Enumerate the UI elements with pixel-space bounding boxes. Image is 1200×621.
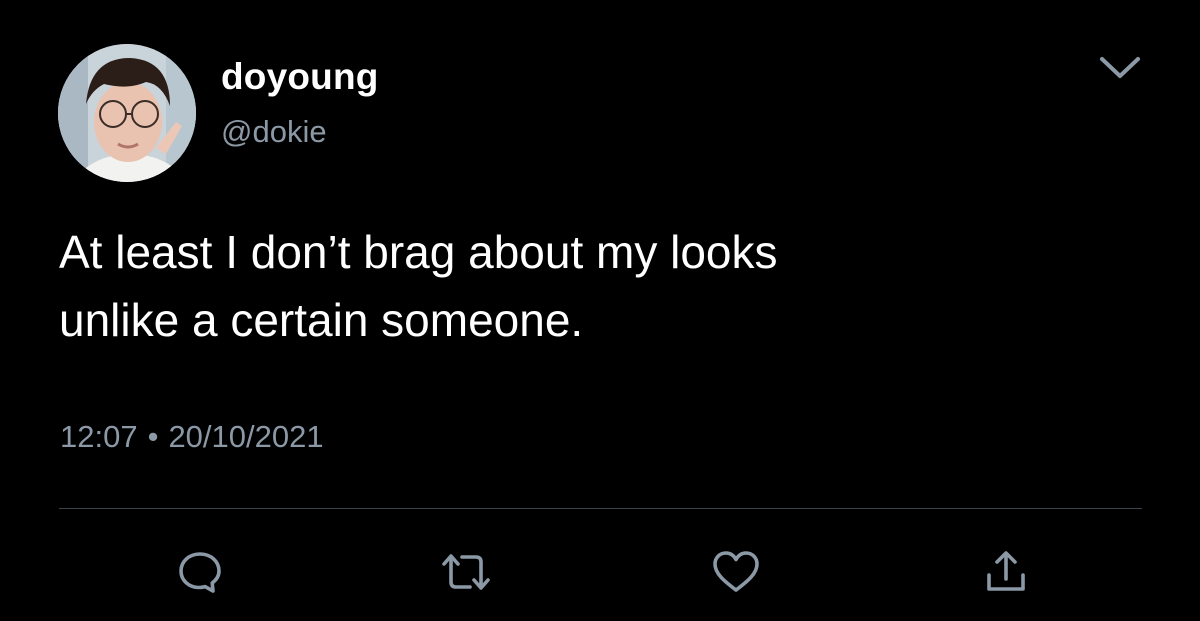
tweet-timestamp[interactable]: 12:07 • 20/10/2021 [60,419,324,455]
heart-icon [713,551,759,592]
reply-button[interactable] [172,544,228,600]
chevron-down-icon [1100,57,1140,78]
share-button[interactable] [978,544,1034,600]
avatar[interactable] [58,44,196,182]
tweet-menu-button[interactable] [1096,50,1144,84]
author-handle[interactable]: @dokie [221,114,327,150]
tweet-time: 12:07 [60,419,138,454]
avatar-photo [58,44,196,182]
like-button[interactable] [708,544,764,600]
tweet-text: At least I don’t brag about my looks unl… [59,226,778,346]
divider [59,508,1142,509]
author-display-name[interactable]: doyoung [221,56,379,98]
meta-separator: • [147,419,159,454]
reply-bubble-icon [179,552,221,593]
retweet-button[interactable] [438,544,494,600]
share-upload-icon [987,551,1025,591]
retweet-icon [442,554,490,590]
tweet-date: 20/10/2021 [168,419,324,454]
tweet-card: doyoung @dokie At least I don’t brag abo… [0,0,1200,621]
